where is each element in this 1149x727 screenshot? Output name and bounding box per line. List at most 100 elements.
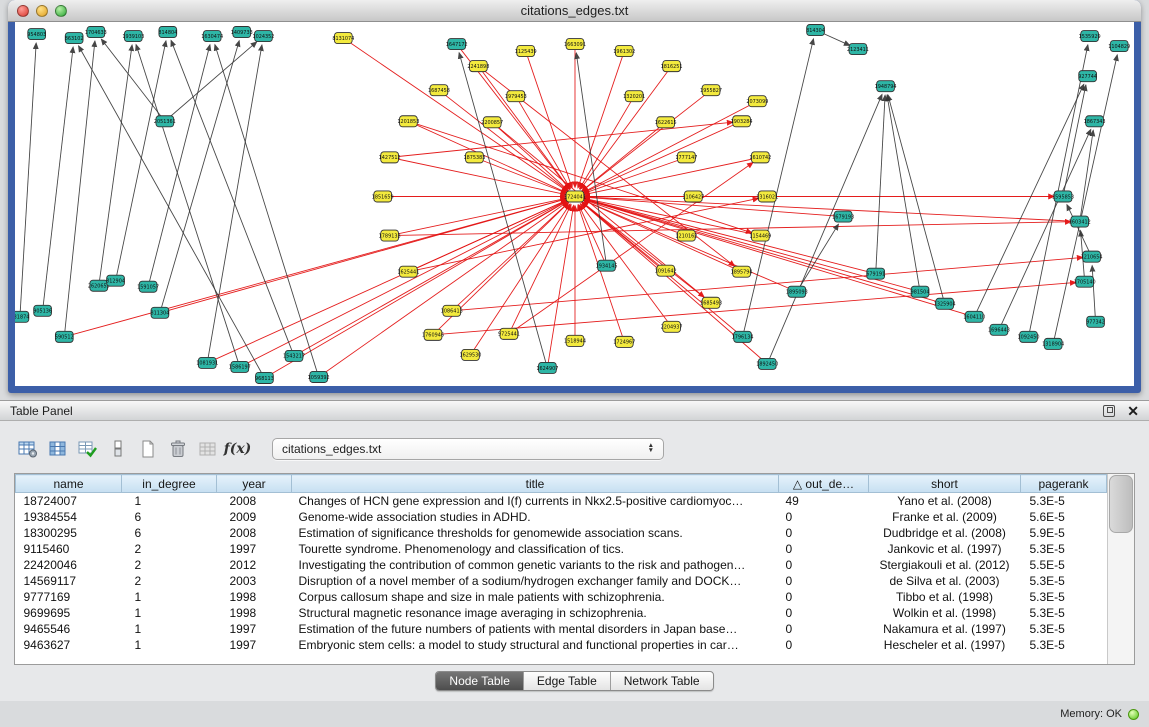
graph-edge[interactable] [492,122,568,190]
table-row[interactable]: 1872400712008Changes of HCN gene express… [16,493,1107,510]
table-cell: 1 [122,493,217,510]
import-table-icon[interactable] [194,436,221,462]
close-window-button[interactable] [17,5,29,17]
graph-edge[interactable] [1092,266,1095,322]
graph-edge[interactable] [584,199,975,317]
graph-node-label: 1210162 [675,233,697,239]
graph-node-label: 812904 [106,278,125,284]
graph-edge[interactable] [876,95,885,274]
graph-node-label: 1604110 [963,315,985,321]
graph-edge[interactable] [999,129,1091,329]
column-header-0[interactable]: name [16,475,122,493]
tab-node-table[interactable]: Node Table [436,672,523,690]
graph-edge[interactable] [1080,130,1093,221]
function-builder-label: f(x) [224,441,252,457]
graph-edge[interactable] [578,51,624,188]
graph-edge[interactable] [101,39,165,121]
close-panel-icon[interactable]: ✕ [1127,405,1139,417]
graph-edge[interactable] [452,257,1083,310]
graph-edge[interactable] [1063,85,1086,196]
delete-icon[interactable] [164,436,191,462]
new-document-icon[interactable] [134,436,161,462]
table-panel-header[interactable]: Table Panel ✕ [0,400,1149,421]
graph-node-label: 1630474 [201,34,223,40]
graph-edge[interactable] [99,45,132,286]
graph-edge[interactable] [160,199,567,313]
graph-edge[interactable] [20,43,36,317]
graph-edge[interactable] [171,40,294,355]
graph-edge[interactable] [582,90,711,191]
table-scrollbar-track[interactable] [1107,474,1134,664]
network-canvas[interactable]: 1724041151894497254411086413162544117891… [15,22,1134,386]
add-column-icon[interactable] [74,436,101,462]
graph-edge[interactable] [583,101,757,192]
table-cell: 2012 [217,557,292,573]
tab-network-table[interactable]: Network Table [610,672,713,690]
table-row[interactable]: 1456911722003Disruption of a novel membe… [16,573,1107,589]
graph-edge[interactable] [79,46,265,378]
select-columns-icon[interactable] [44,436,71,462]
column-header-2[interactable]: year [217,475,292,493]
float-panel-icon[interactable] [1103,405,1115,417]
table-cell: de Silva et al. (2003) [869,573,1021,589]
network-window-titlebar[interactable]: citations_edges.txt [8,0,1141,22]
minimize-window-button[interactable] [36,5,48,17]
table-scrollbar-thumb[interactable] [1109,475,1133,533]
table-cell: 6 [122,509,217,525]
graph-edge[interactable] [408,198,758,271]
table-row[interactable]: 946554611997Estimation of the future num… [16,621,1107,637]
table-cell: 6 [122,525,217,541]
table-cell: Yano et al. (2008) [869,493,1021,510]
zoom-window-button[interactable] [55,5,67,17]
graph-edge[interactable] [580,96,635,189]
table-row[interactable]: 911546021997Tourette syndrome. Phenomeno… [16,541,1107,557]
graph-edge[interactable] [797,224,839,292]
table-cell: 9465546 [16,621,122,637]
table-toolbar: f(x) citations_edges.txt ▲▼ [14,435,1135,463]
graph-edge[interactable] [160,41,239,313]
graph-edge[interactable] [583,121,742,193]
graph-edge[interactable] [888,95,945,304]
graph-edge[interactable] [767,94,882,363]
column-header-3[interactable]: title [292,475,779,493]
tab-edge-table[interactable]: Edge Table [523,672,610,690]
graph-node-label: 1086413 [441,309,463,315]
column-header-4[interactable]: △ out_de… [779,475,869,493]
graph-edge[interactable] [439,90,568,191]
citation-network-graph[interactable]: 1724041151894497254411086413162544117891… [15,22,1134,386]
table-row[interactable]: 2242004622012Investigating the contribut… [16,557,1107,573]
network-window: citations_edges.txt 17240411518944972544… [8,0,1141,393]
graph-edge[interactable] [43,47,74,311]
table-selector-dropdown[interactable]: citations_edges.txt ▲▼ [272,438,664,460]
graph-edge[interactable] [264,201,567,378]
graph-edge[interactable] [509,205,571,334]
column-header-6[interactable]: pagerank [1021,475,1107,493]
table-cell: 0 [779,509,869,525]
table-row[interactable]: 946362711997Embryonic stem cells: a mode… [16,637,1107,653]
table-row[interactable]: 1830029562008Estimation of significance … [16,525,1107,541]
graph-edge[interactable] [215,45,319,377]
node-table-grid: namein_degreeyeartitle△ out_de…shortpage… [15,474,1107,653]
column-header-1[interactable]: in_degree [122,475,217,493]
table-row[interactable]: 1938455462009Genome-wide association stu… [16,509,1107,525]
function-builder-icon[interactable]: f(x) [224,436,251,462]
graph-edge[interactable] [390,222,1071,236]
table-row[interactable]: 969969511998Structural magnetic resonanc… [16,605,1107,621]
graph-node-label: 954803 [27,32,46,38]
table-settings-icon[interactable] [14,436,41,462]
table-row[interactable]: 977716911998Corpus callosum shape and si… [16,589,1107,605]
table-cell: Genome-wide association studies in ADHD. [292,509,779,525]
rows-icon[interactable] [104,436,131,462]
graph-node-label: 1892450 [756,362,778,368]
graph-edge[interactable] [165,42,257,121]
graph-edge[interactable] [1067,205,1092,257]
add-column-glyph [78,440,98,458]
graph-edge[interactable] [343,38,567,191]
graph-node-label: 927744 [1078,74,1097,80]
status-bar: Memory: OK [0,701,1149,727]
graph-node-label: 863102 [65,36,84,42]
graph-edge[interactable] [583,200,797,292]
graph-edge[interactable] [474,157,566,193]
column-header-5[interactable]: short [869,475,1021,493]
graph-edge[interactable] [408,121,567,193]
